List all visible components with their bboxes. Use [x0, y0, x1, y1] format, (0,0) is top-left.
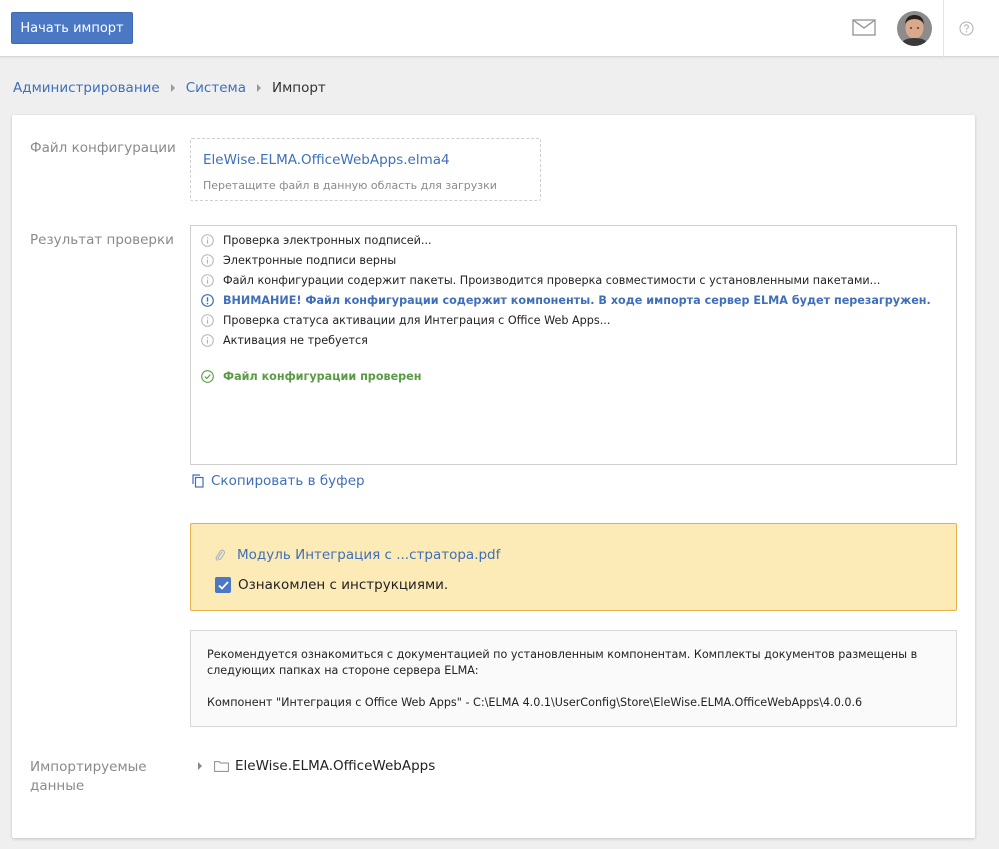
start-import-button[interactable]: Начать импорт — [11, 12, 133, 44]
imported-data-label: Импортируемые данные — [30, 759, 147, 794]
toolbar-divider — [943, 0, 944, 57]
info-icon — [201, 253, 214, 267]
log-line: Проверка статуса активации для Интеграци… — [191, 310, 956, 330]
info-icon — [201, 313, 214, 327]
acknowledged-label: Ознакомлен с инструкциями. — [238, 577, 449, 593]
documentation-text: Рекомендуется ознакомиться с документаци… — [207, 648, 918, 677]
log-line: ВНИМАНИЕ! Файл конфигурации содержит ком… — [191, 290, 956, 310]
expand-arrow-icon[interactable] — [198, 762, 202, 770]
copy-icon — [192, 474, 204, 488]
copy-to-clipboard-link[interactable]: Скопировать в буфер — [192, 471, 365, 491]
folder-icon — [214, 761, 229, 772]
check-result-label: Результат проверки — [30, 232, 174, 248]
instructions-notice: Модуль Интеграция с ...стратора.pdf Озна… — [190, 523, 957, 611]
component-path: Компонент "Интеграция с Office Web Apps"… — [207, 696, 863, 709]
config-file-label: Файл конфигурации — [30, 140, 176, 156]
log-line: Файл конфигурации проверен — [191, 366, 956, 386]
attachment-name: Модуль Интеграция с ...стратора.pdf — [237, 547, 501, 563]
config-file-link[interactable]: EleWise.ELMA.OfficeWebApps.elma4 — [203, 152, 450, 168]
breadcrumb: Администрирование Система Импорт — [13, 78, 326, 98]
breadcrumb-administration[interactable]: Администрирование — [13, 80, 160, 96]
import-form-card: Файл конфигурации EleWise.ELMA.OfficeWeb… — [12, 115, 975, 838]
tree-item[interactable]: EleWise.ELMA.OfficeWebApps — [198, 758, 435, 774]
file-dropzone[interactable]: EleWise.ELMA.OfficeWebApps.elma4 Перетащ… — [190, 138, 541, 201]
top-toolbar: Начать импорт — [0, 0, 999, 57]
log-text: Файл конфигурации проверен — [223, 369, 422, 383]
avatar[interactable] — [897, 11, 932, 46]
info-icon — [201, 233, 214, 247]
log-text: Проверка статуса активации для Интеграци… — [223, 313, 611, 327]
copy-label: Скопировать в буфер — [211, 473, 365, 489]
breadcrumb-import: Импорт — [271, 80, 326, 96]
documentation-info: Рекомендуется ознакомиться с документаци… — [190, 630, 957, 727]
mail-icon[interactable] — [852, 19, 876, 36]
check-circle-icon — [201, 369, 214, 383]
check-icon — [217, 580, 229, 590]
log-line: Активация не требуется — [191, 330, 956, 350]
breadcrumb-system[interactable]: Система — [186, 80, 246, 96]
paperclip-icon — [215, 549, 225, 561]
check-result-log[interactable]: Проверка электронных подписей... Электрон… — [190, 225, 957, 465]
log-text: Электронные подписи верны — [223, 253, 397, 267]
tree-item-label: EleWise.ELMA.OfficeWebApps — [235, 758, 436, 774]
warning-icon — [201, 293, 214, 307]
acknowledged-row: Ознакомлен с инструкциями. — [215, 577, 448, 593]
log-line: Файл конфигурации содержит пакеты. Произ… — [191, 270, 956, 290]
chevron-right-icon — [170, 84, 175, 92]
dropzone-hint: Перетащите файл в данную область для заг… — [203, 179, 497, 192]
log-line: Электронные подписи верны — [191, 250, 956, 270]
help-icon[interactable] — [959, 21, 974, 36]
chevron-right-icon — [256, 84, 261, 92]
log-text: Проверка электронных подписей... — [223, 233, 432, 247]
log-text: Файл конфигурации содержит пакеты. Произ… — [223, 273, 881, 287]
log-text: Активация не требуется — [223, 333, 368, 347]
attachment-link[interactable]: Модуль Интеграция с ...стратора.pdf — [215, 547, 500, 563]
info-icon — [201, 333, 214, 347]
log-text: ВНИМАНИЕ! Файл конфигурации содержит ком… — [223, 293, 931, 307]
log-line: Проверка электронных подписей... — [191, 230, 956, 250]
acknowledged-checkbox[interactable] — [215, 577, 231, 593]
info-icon — [201, 273, 214, 287]
